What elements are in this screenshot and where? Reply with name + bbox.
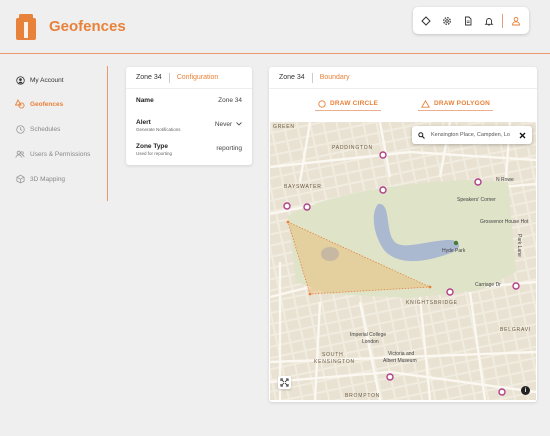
map-label-paddington: PADDINGTON	[332, 145, 373, 151]
card-header: Zone 34 Boundary	[269, 67, 537, 89]
triangle-icon	[421, 99, 430, 108]
alert-select-value: Never	[214, 121, 233, 128]
pin-diamond-icon[interactable]	[418, 13, 434, 29]
map-label-kensington: KENSINGTON	[314, 359, 355, 365]
map-label-carriage-dr: Carriage Dr	[475, 282, 501, 288]
header-divider	[311, 72, 313, 83]
alert-row: Alert Generate Notifications Never	[136, 119, 242, 132]
page-title: Geofences	[49, 18, 126, 35]
map-label-south: SOUTH	[322, 352, 344, 358]
zone-type-label: Zone Type	[136, 143, 169, 150]
map-label-albert-museum: Albert Museum	[383, 358, 417, 364]
sidebar-item-users-permissions[interactable]: Users & Permissions	[15, 146, 90, 162]
map-label-brompton: BROMPTON	[345, 393, 381, 399]
tab-configuration[interactable]: Configuration	[177, 74, 219, 81]
fullscreen-icon	[280, 378, 289, 387]
name-label: Name	[136, 97, 154, 104]
tab-boundary[interactable]: Boundary	[320, 74, 350, 81]
shapes-icon	[15, 99, 25, 109]
zone-name: Zone 34	[136, 74, 162, 81]
map-label-speakers-corner: Speakers' Corner	[457, 197, 496, 203]
cube-icon	[15, 174, 25, 184]
settings-icon[interactable]	[439, 13, 455, 29]
sidebar-item-label: Schedules	[30, 125, 61, 133]
map-label-park-lane: Park Lane	[516, 234, 522, 257]
hyde-park-marker	[453, 240, 459, 246]
card-header: Zone 34 Configuration	[126, 67, 252, 89]
name-field[interactable]: Zone 34	[218, 97, 242, 104]
fullscreen-button[interactable]	[278, 376, 291, 389]
alert-label: Alert	[136, 119, 151, 126]
zone-type-row: Zone Type Used for reporting reporting	[136, 143, 242, 156]
map-view[interactable]: GREEN PADDINGTON BAYSWATER KNIGHTSBRIDGE…	[270, 122, 536, 400]
map-label-n-rowe: N Rowe	[496, 177, 514, 183]
circle-icon	[318, 99, 326, 108]
user-icon[interactable]	[508, 13, 524, 29]
name-row: Name Zone 34	[136, 97, 242, 104]
sidebar-item-my-account[interactable]: My Account	[15, 72, 64, 88]
draw-circle-label: DRAW CIRCLE	[330, 100, 379, 107]
sidebar-item-geofences[interactable]: Geofences	[15, 96, 63, 112]
search-icon	[418, 131, 425, 139]
map-search-box[interactable]: Kensington Place, Campden, Lo	[412, 126, 532, 144]
bell-icon[interactable]	[481, 13, 497, 29]
map-label-knightsbridge: KNIGHTSBRIDGE	[406, 300, 458, 306]
map-label-imperial-college: Imperial College	[350, 332, 387, 338]
sidebar-item-label: Users & Permissions	[30, 150, 91, 158]
user-circle-icon	[15, 75, 25, 85]
clock-icon	[15, 124, 25, 134]
app-header: Geofences	[0, 0, 550, 54]
zone-type-field[interactable]: reporting	[216, 145, 242, 152]
zone-name: Zone 34	[279, 74, 305, 81]
app-logo-icon	[16, 14, 36, 40]
polygon-vertex	[428, 285, 432, 289]
chevron-down-icon	[236, 122, 242, 126]
document-icon[interactable]	[460, 13, 476, 29]
info-icon[interactable]: i	[521, 386, 530, 395]
draw-polygon-button[interactable]: DRAW POLYGON	[418, 97, 493, 111]
users-icon	[15, 149, 25, 159]
search-input[interactable]: Kensington Place, Campden, Lo	[431, 132, 519, 138]
toolbar	[413, 7, 529, 34]
sidebar: My Account Geofences Schedules Users & P…	[0, 66, 108, 201]
sidebar-item-3d-mapping[interactable]: 3D Mapping	[15, 171, 65, 187]
toolbar-divider	[501, 13, 503, 28]
map-label-belgravia: BELGRAVI	[500, 327, 532, 333]
map-label-grosvenor: Grosvenor House Hot	[480, 219, 529, 225]
sidebar-item-label: Geofences	[30, 100, 64, 108]
configuration-card: Zone 34 Configuration Name Zone 34 Alert…	[126, 67, 252, 165]
header-divider	[168, 72, 170, 83]
sidebar-item-schedules[interactable]: Schedules	[15, 121, 60, 137]
sidebar-item-label: 3D Mapping	[30, 175, 66, 183]
close-icon[interactable]	[519, 132, 526, 139]
draw-circle-button[interactable]: DRAW CIRCLE	[315, 97, 382, 111]
map-label-bayswater: BAYSWATER	[284, 184, 322, 190]
map-label-green: GREEN	[273, 124, 295, 130]
map-label-hyde-park: Hyde Park	[442, 248, 466, 254]
draw-polygon-label: DRAW POLYGON	[434, 100, 490, 107]
map-label-london: London	[362, 339, 379, 345]
map-label-victoria-and: Victoria and	[388, 351, 415, 357]
polygon-vertex	[308, 292, 312, 296]
alert-select[interactable]: Never	[215, 121, 242, 128]
sidebar-item-label: My Account	[30, 76, 64, 84]
polygon-vertex	[286, 220, 290, 224]
